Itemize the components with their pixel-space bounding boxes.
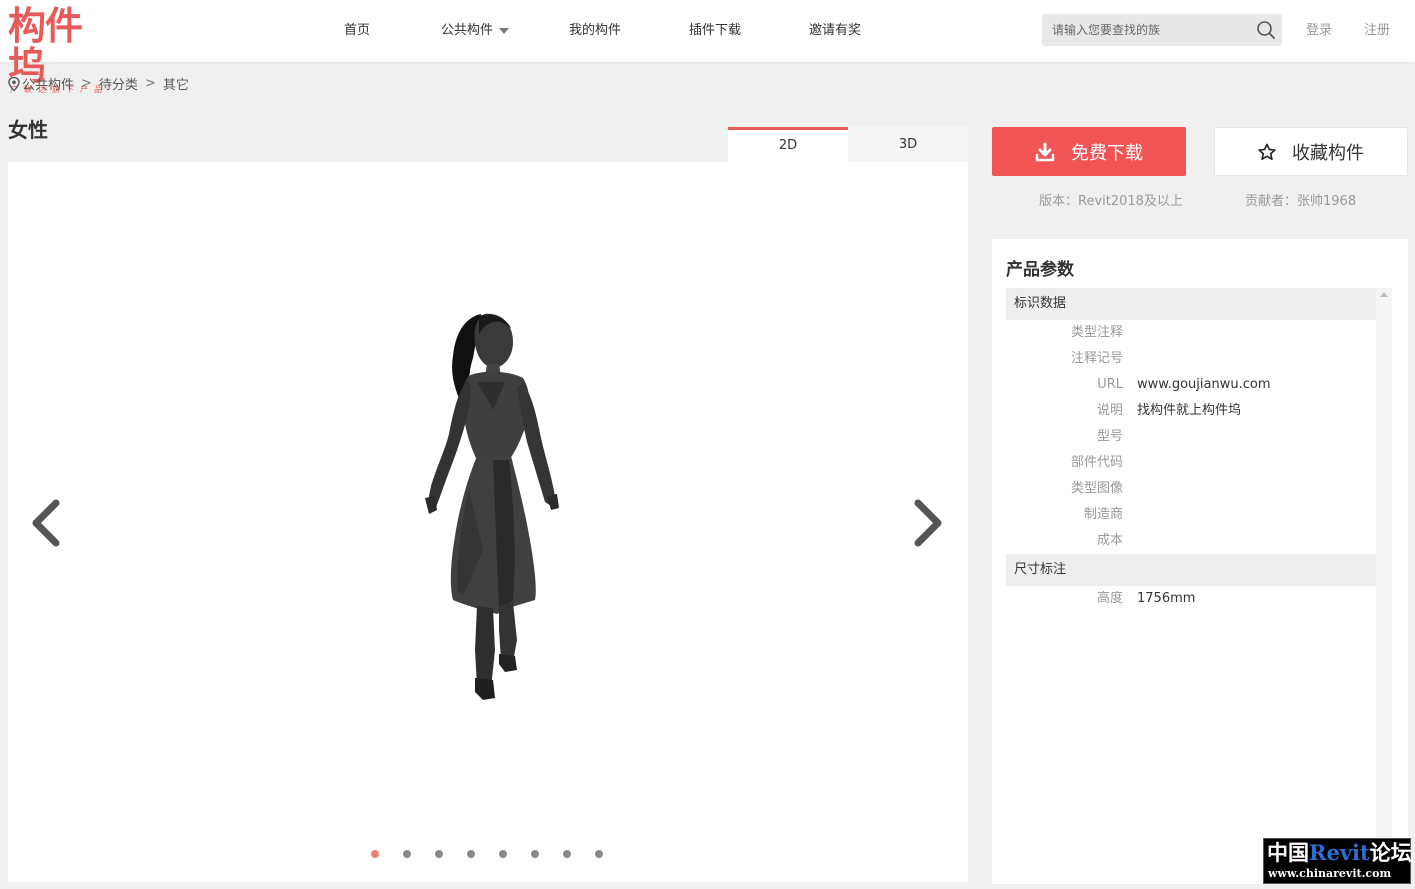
params-group-dimensions: 尺寸标注 bbox=[1006, 554, 1376, 586]
param-label: 部件代码 bbox=[1070, 455, 1123, 470]
breadcrumb-separator: > bbox=[81, 76, 92, 91]
param-value: 1756mm bbox=[1137, 591, 1196, 606]
favorite-button[interactable]: 收藏构件 bbox=[1214, 127, 1408, 176]
param-label: 类型图像 bbox=[1070, 481, 1123, 496]
caret-down-icon bbox=[499, 27, 510, 34]
param-label: 注释记号 bbox=[1070, 351, 1123, 366]
param-value: 找构件就上构件坞 bbox=[1137, 403, 1242, 418]
nav-item-label: 公共构件 bbox=[441, 23, 494, 38]
favorite-label: 收藏构件 bbox=[1292, 142, 1364, 164]
watermark-prefix: 中国 bbox=[1267, 840, 1309, 865]
param-row: URL www.goujianwu.com bbox=[1006, 372, 1376, 398]
free-download-button[interactable]: 免费下载 bbox=[992, 127, 1186, 176]
chevron-left-icon[interactable] bbox=[28, 497, 64, 549]
chevron-right-icon[interactable] bbox=[910, 497, 946, 549]
breadcrumb-item-other[interactable]: 其它 bbox=[163, 74, 189, 93]
param-row: 注释记号 bbox=[1006, 346, 1376, 372]
watermark-suffix: 论坛 bbox=[1369, 840, 1412, 865]
slide-dot[interactable] bbox=[531, 850, 539, 858]
search-icon[interactable] bbox=[1256, 20, 1276, 40]
slide-dot[interactable] bbox=[371, 850, 379, 858]
breadcrumb: 公共构件 > 待分类 > 其它 bbox=[8, 74, 189, 93]
nav-item-home[interactable]: 首页 bbox=[344, 0, 370, 62]
param-label: 制造商 bbox=[1083, 507, 1123, 522]
slide-dots bbox=[371, 850, 627, 858]
watermark-title: 中国Revit论坛 bbox=[1264, 839, 1412, 867]
param-label: 类型注释 bbox=[1070, 325, 1123, 340]
slide-dot[interactable] bbox=[403, 850, 411, 858]
param-row: 成本 bbox=[1006, 528, 1376, 554]
watermark-logo: 中国Revit论坛 www.chinarevit.com bbox=[1263, 838, 1412, 884]
nav-item-public-components[interactable]: 公共构件 bbox=[441, 0, 510, 62]
param-label: 型号 bbox=[1096, 429, 1123, 444]
breadcrumb-separator: > bbox=[144, 76, 156, 91]
tab-3d[interactable]: 3D bbox=[848, 127, 968, 162]
param-label: URL bbox=[1097, 377, 1123, 392]
model-viewer bbox=[8, 162, 968, 882]
search-input[interactable] bbox=[1042, 14, 1242, 46]
contributor-text: 贡献者：张帅1968 bbox=[1245, 194, 1357, 209]
param-row: 说明 找构件就上构件坞 bbox=[1006, 398, 1376, 424]
version-text: 版本：Revit2018及以上 bbox=[1039, 194, 1183, 209]
download-icon bbox=[1035, 142, 1055, 161]
nav-item-plugin-download[interactable]: 插件下载 bbox=[689, 0, 741, 62]
scroll-up-icon[interactable] bbox=[1380, 292, 1388, 297]
slide-dot[interactable] bbox=[595, 850, 603, 858]
site-logo[interactable]: 构件坞 广联达旗下产品 bbox=[8, 6, 110, 94]
param-row: 类型注释 bbox=[1006, 320, 1376, 346]
watermark-url: www.chinarevit.com bbox=[1268, 867, 1392, 880]
param-label: 成本 bbox=[1096, 533, 1123, 548]
search-box bbox=[1042, 14, 1282, 46]
breadcrumb-item-uncategorized[interactable]: 待分类 bbox=[99, 74, 138, 93]
location-pin-icon bbox=[8, 76, 20, 91]
slide-dot[interactable] bbox=[563, 850, 571, 858]
female-figure-model bbox=[425, 313, 559, 700]
param-row: 型号 bbox=[1006, 424, 1376, 450]
breadcrumb-item-public[interactable]: 公共构件 bbox=[22, 74, 74, 93]
slide-dot[interactable] bbox=[499, 850, 507, 858]
params-title: 产品参数 bbox=[1006, 260, 1074, 280]
tab-2d[interactable]: 2D bbox=[728, 127, 848, 162]
nav-item-invite-rewards[interactable]: 邀请有奖 bbox=[809, 0, 861, 62]
top-header: 构件坞 广联达旗下产品 首页 公共构件 我的构件 插件下载 邀请有奖 登录 注册 bbox=[0, 0, 1415, 94]
params-scrollbar[interactable] bbox=[1376, 288, 1392, 884]
param-row: 高度 1756mm bbox=[1006, 586, 1376, 612]
slide-dot[interactable] bbox=[435, 850, 443, 858]
download-label: 免费下载 bbox=[1071, 142, 1143, 164]
nav-item-my-components[interactable]: 我的构件 bbox=[569, 0, 621, 62]
view-tabs: 2D 3D bbox=[728, 127, 968, 162]
params-table: 标识数据 类型注释 注释记号 URL www.goujianwu.com 说明 找构… bbox=[1006, 288, 1376, 612]
login-link[interactable]: 登录 bbox=[1306, 0, 1332, 62]
param-label: 高度 bbox=[1096, 591, 1123, 606]
star-icon bbox=[1258, 143, 1276, 160]
slide-dot[interactable] bbox=[467, 850, 475, 858]
params-group-identity: 标识数据 bbox=[1006, 288, 1376, 320]
param-row: 部件代码 bbox=[1006, 450, 1376, 476]
product-params-panel: 产品参数 标识数据 类型注释 注释记号 URL www.goujianwu.com… bbox=[992, 239, 1408, 884]
param-value: www.goujianwu.com bbox=[1137, 377, 1271, 392]
param-row: 类型图像 bbox=[1006, 476, 1376, 502]
watermark-brand: Revit bbox=[1309, 840, 1370, 865]
param-label: 说明 bbox=[1096, 403, 1123, 418]
register-link[interactable]: 注册 bbox=[1364, 0, 1390, 62]
page-title: 女性 bbox=[8, 118, 48, 142]
param-row: 制造商 bbox=[1006, 502, 1376, 528]
